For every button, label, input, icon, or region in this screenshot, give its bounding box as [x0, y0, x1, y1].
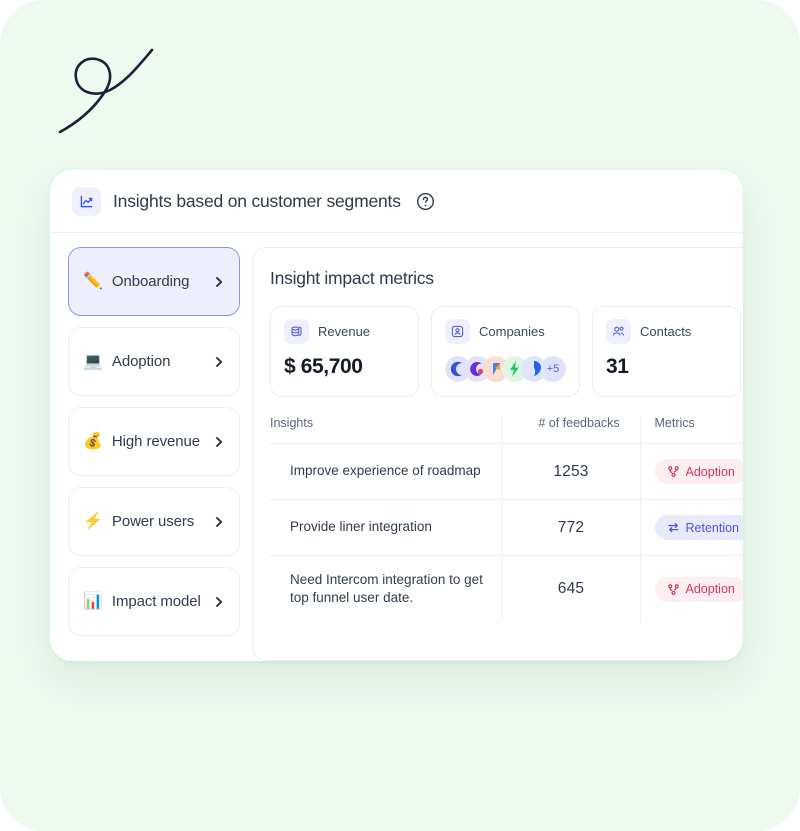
sidebar-item-label: High revenue: [111, 433, 200, 450]
help-circle-icon[interactable]: [416, 192, 435, 211]
metric-head: Companies: [445, 319, 566, 344]
column-header-feedbacks: # of feedbacks: [501, 416, 640, 444]
status-badge: Adoption: [654, 576, 743, 602]
cell-metric: Retention: [639, 499, 743, 556]
sidebar-item-adoption[interactable]: 💻 Adoption: [68, 327, 240, 396]
sidebar-item-high-revenue[interactable]: 💰 High revenue: [68, 407, 240, 476]
sidebar-item-impact-model[interactable]: 📊 Impact model: [68, 567, 240, 636]
column-header-metrics: Metrics: [639, 416, 743, 444]
cell-feedbacks: 645: [501, 555, 640, 623]
metric-label: Companies: [479, 324, 545, 339]
lightning-emoji: ⚡: [83, 512, 103, 530]
sidebar-item-label: Adoption: [111, 353, 171, 370]
coins-icon: [284, 319, 309, 344]
users-icon: [606, 319, 631, 344]
chevron-right-icon: [216, 356, 223, 367]
pencil-emoji: ✏️: [83, 272, 103, 290]
metric-value-revenue: $ 65,700: [284, 355, 363, 378]
insights-card: Insights based on customer segments ✏️ O…: [50, 170, 743, 661]
company-avatar-stack: +5: [445, 355, 566, 382]
metric-cards: Revenue $ 65,700 Companies +5 Contacts 3…: [270, 306, 743, 397]
sidebar-item-onboarding[interactable]: ✏️ Onboarding: [68, 247, 240, 316]
badge-label: Adoption: [685, 464, 735, 479]
id-card-icon: [445, 319, 470, 344]
status-badge: Retention: [654, 515, 743, 540]
card-header: Insights based on customer segments: [50, 170, 743, 233]
status-badge: Adoption: [654, 459, 743, 484]
page-title: Insights based on customer segments: [113, 190, 401, 211]
table-header-row: Insights # of feedbacks Metrics: [270, 416, 743, 444]
metric-label: Revenue: [318, 324, 371, 339]
insight-impact-panel: Insight impact metrics Revenue $ 65,700 …: [252, 247, 743, 661]
chevron-right-icon: [216, 276, 223, 287]
badge-label: Retention: [685, 520, 740, 535]
column-header-insights: Insights: [270, 416, 314, 430]
table-row[interactable]: Need Intercom integration to get top fun…: [270, 555, 743, 623]
money-bag-emoji: 💰: [83, 432, 103, 450]
chevron-right-icon: [216, 596, 223, 607]
table-row[interactable]: Improve experience of roadmap 1253 Adopt…: [270, 443, 743, 500]
cell-metric: Adoption: [639, 443, 743, 500]
metric-label: Contacts: [640, 324, 692, 339]
insights-table: Insights # of feedbacks Metrics Improve …: [270, 416, 743, 623]
segment-sidebar: ✏️ Onboarding 💻 Adoption 💰 High revenue: [68, 247, 240, 661]
sidebar-item-label: Power users: [111, 513, 195, 530]
metric-card-revenue: Revenue $ 65,700: [270, 306, 419, 397]
cell-metric: Adoption: [639, 555, 743, 623]
page-background: Insights based on customer segments ✏️ O…: [0, 0, 800, 831]
laptop-emoji: 💻: [83, 352, 103, 370]
table-row[interactable]: Provide liner integration 772 Retention: [270, 499, 743, 556]
sidebar-item-label: Impact model: [111, 593, 201, 610]
avatar: [521, 356, 547, 382]
metric-head: Contacts: [606, 319, 727, 344]
badge-label: Adoption: [685, 582, 735, 597]
cell-feedbacks: 772: [501, 499, 640, 556]
sidebar-item-power-users[interactable]: ⚡ Power users: [68, 487, 240, 556]
metric-value-contacts: 31: [606, 355, 629, 378]
cell-insight: Need Intercom integration to get top fun…: [270, 555, 502, 623]
cell-insight: Provide liner integration: [270, 499, 502, 556]
panel-title: Insight impact metrics: [270, 268, 434, 288]
bar-chart-emoji: 📊: [83, 592, 103, 610]
cell-feedbacks: 1253: [501, 443, 640, 500]
line-chart-icon: [72, 186, 101, 216]
squiggle-decoration: [58, 48, 154, 134]
cell-insight: Improve experience of roadmap: [270, 443, 502, 500]
chevron-right-icon: [216, 516, 223, 527]
card-body: ✏️ Onboarding 💻 Adoption 💰 High revenue: [50, 233, 743, 661]
chevron-right-icon: [216, 436, 223, 447]
metric-card-companies: Companies +5: [431, 306, 580, 397]
metric-card-contacts: Contacts 31: [592, 306, 741, 397]
sidebar-item-label: Onboarding: [111, 273, 190, 290]
metric-head: Revenue: [284, 319, 405, 344]
